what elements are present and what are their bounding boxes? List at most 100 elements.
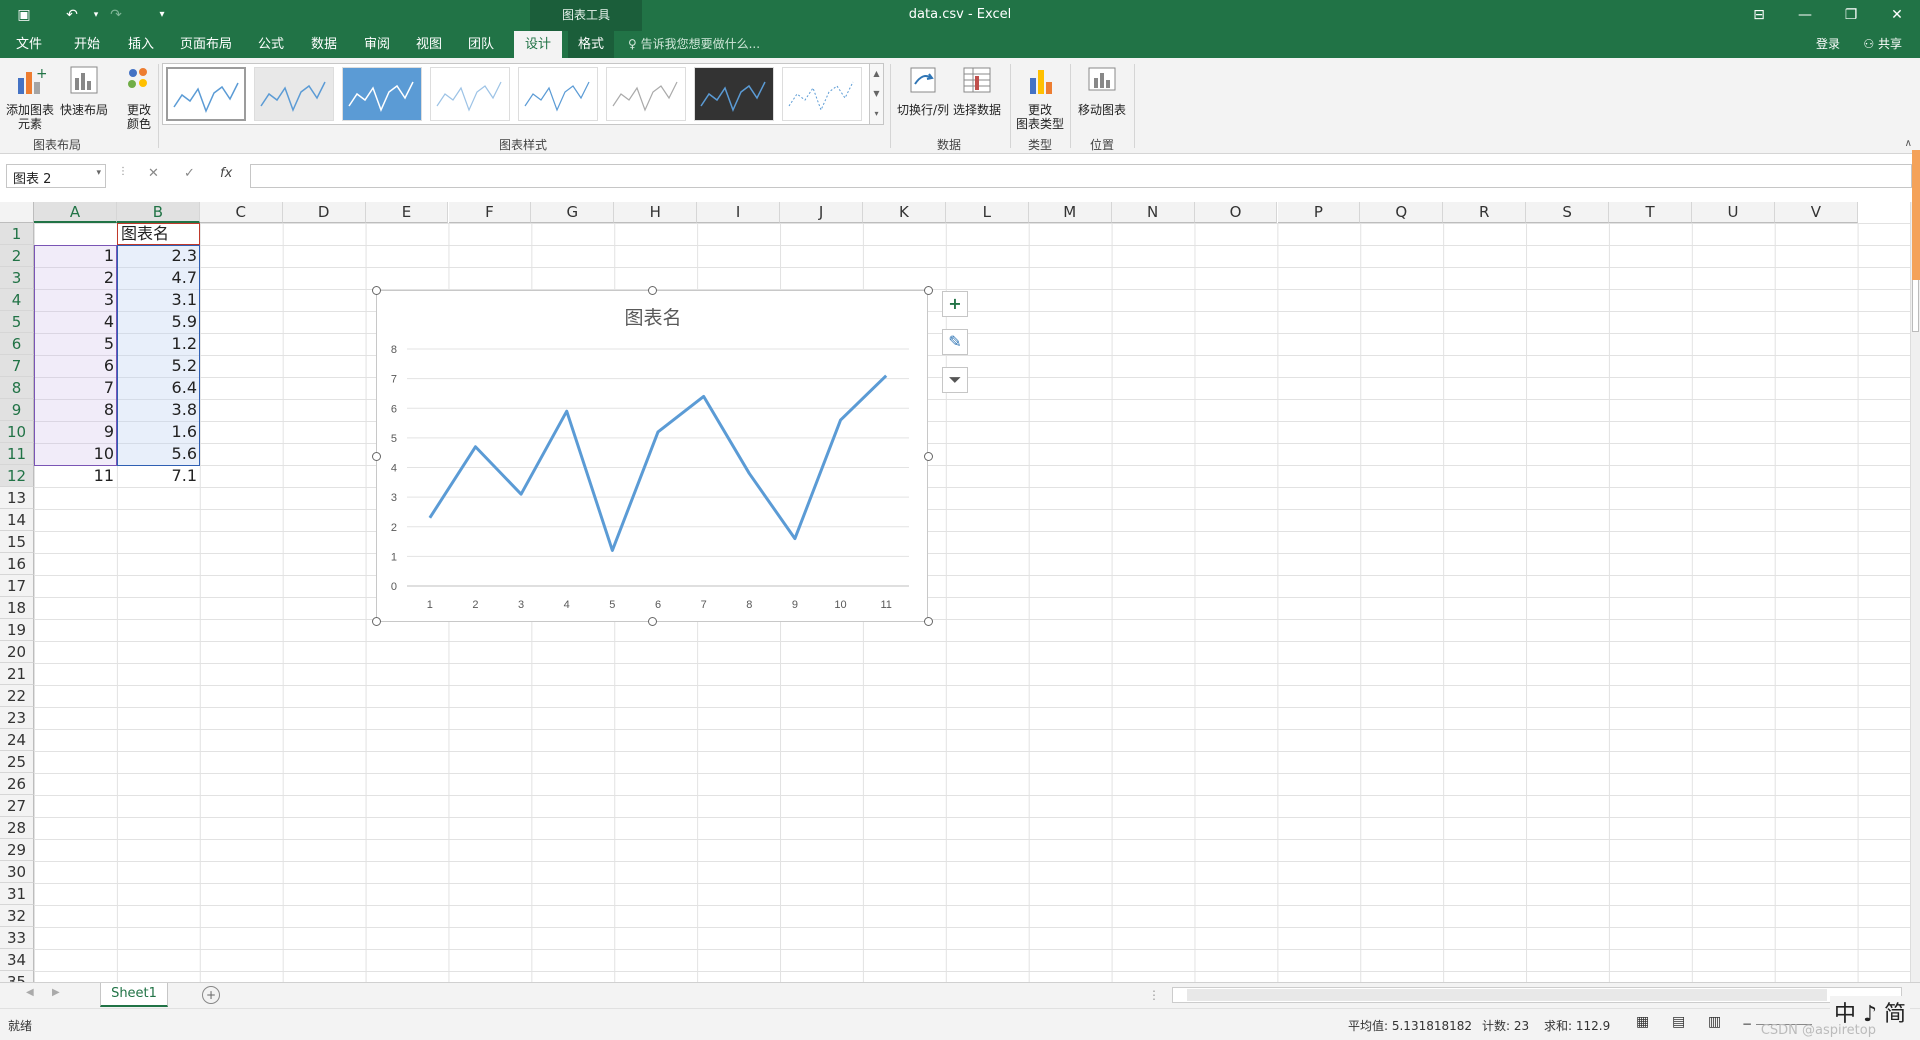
cell-area[interactable] <box>34 223 1910 982</box>
move-chart-button[interactable]: 移动图表 <box>1074 64 1130 117</box>
column-header-k[interactable]: K <box>863 202 946 223</box>
row-header-21[interactable]: 21 <box>0 663 34 685</box>
cell-a4[interactable]: 3 <box>34 289 117 311</box>
column-header-h[interactable]: H <box>614 202 698 223</box>
row-header-13[interactable]: 13 <box>0 487 34 509</box>
column-header-t[interactable]: T <box>1609 202 1692 223</box>
vertical-scrollbar[interactable] <box>1910 202 1920 982</box>
row-header-4[interactable]: 4 <box>0 289 34 311</box>
column-header-m[interactable]: M <box>1028 202 1112 223</box>
chart-filter-icon[interactable]: ⏷ <box>942 367 968 393</box>
row-header-16[interactable]: 16 <box>0 553 34 575</box>
row-header-8[interactable]: 8 <box>0 377 34 399</box>
chart-style-5[interactable] <box>518 67 598 121</box>
normal-view-icon[interactable]: ▦ <box>1636 1014 1649 1030</box>
line-chart[interactable]: 图表名 0 1 2 3 4 5 6 7 8 1 2 3 4 5 6 7 8 9 10 11 <box>376 290 928 622</box>
column-header-u[interactable]: U <box>1692 202 1775 223</box>
row-header-31[interactable]: 31 <box>0 883 34 905</box>
row-header-7[interactable]: 7 <box>0 355 34 377</box>
row-header-19[interactable]: 19 <box>0 619 34 641</box>
page-break-view-icon[interactable]: ▥ <box>1708 1014 1721 1030</box>
tell-me-search[interactable]: ♀ 告诉我您想要做什么... <box>628 31 760 58</box>
resize-handle-r[interactable] <box>924 452 933 461</box>
tab-team[interactable]: 团队 <box>460 31 502 58</box>
row-header-1[interactable]: 1 <box>0 223 34 245</box>
row-header-32[interactable]: 32 <box>0 905 34 927</box>
split-handle-icon[interactable]: ⋮ <box>1148 988 1160 1002</box>
column-header-l[interactable]: L <box>945 202 1029 223</box>
cell-a8[interactable]: 7 <box>34 377 117 399</box>
cell-a9[interactable]: 8 <box>34 399 117 421</box>
row-header-29[interactable]: 29 <box>0 839 34 861</box>
row-header-5[interactable]: 5 <box>0 311 34 333</box>
tab-view[interactable]: 视图 <box>408 31 450 58</box>
row-header-24[interactable]: 24 <box>0 729 34 751</box>
name-box[interactable]: 图表 2 ▾ <box>6 164 106 188</box>
chart-style-2[interactable] <box>254 67 334 121</box>
row-header-17[interactable]: 17 <box>0 575 34 597</box>
cell-b6[interactable]: 1.2 <box>117 333 200 355</box>
resize-handle-bl[interactable] <box>372 617 381 626</box>
row-header-26[interactable]: 26 <box>0 773 34 795</box>
gallery-scroll[interactable]: ▲ ▼ ▾ <box>869 64 883 124</box>
row-header-9[interactable]: 9 <box>0 399 34 421</box>
cell-b4[interactable]: 3.1 <box>117 289 200 311</box>
chart-style-8[interactable] <box>782 67 862 121</box>
row-header-34[interactable]: 34 <box>0 949 34 971</box>
row-header-12[interactable]: 12 <box>0 465 34 487</box>
chart-style-7[interactable] <box>694 67 774 121</box>
column-header-j[interactable]: J <box>780 202 863 223</box>
ribbon-display-icon[interactable]: ⊟ <box>1736 0 1782 31</box>
cell-a2[interactable]: 1 <box>34 245 117 267</box>
tab-data[interactable]: 数据 <box>303 31 345 58</box>
add-chart-element-button[interactable]: + 添加图表 元素 <box>4 64 56 131</box>
new-sheet-icon[interactable]: + <box>202 986 220 1004</box>
resize-handle-br[interactable] <box>924 617 933 626</box>
cell-a6[interactable]: 5 <box>34 333 117 355</box>
cell-b10[interactable]: 1.6 <box>117 421 200 443</box>
cell-b12[interactable]: 7.1 <box>117 465 200 487</box>
sheet-next-icon[interactable]: ▶ <box>52 987 60 998</box>
restore-icon[interactable]: ❐ <box>1828 0 1874 31</box>
cell-b9[interactable]: 3.8 <box>117 399 200 421</box>
row-header-23[interactable]: 23 <box>0 707 34 729</box>
column-header-d[interactable]: D <box>282 202 366 223</box>
cell-b11[interactable]: 5.6 <box>117 443 200 465</box>
page-layout-view-icon[interactable]: ▤ <box>1672 1014 1685 1030</box>
select-data-button[interactable]: 选择数据 <box>950 64 1004 117</box>
tab-design[interactable]: 设计 <box>514 31 562 58</box>
chart-style-6[interactable] <box>606 67 686 121</box>
cell-b8[interactable]: 6.4 <box>117 377 200 399</box>
cell-a10[interactable]: 9 <box>34 421 117 443</box>
column-header-q[interactable]: Q <box>1360 202 1444 223</box>
column-header-e[interactable]: E <box>365 202 449 223</box>
column-header-o[interactable]: O <box>1194 202 1278 223</box>
cell-a5[interactable]: 4 <box>34 311 117 333</box>
series-line[interactable] <box>428 374 888 552</box>
column-header-r[interactable]: R <box>1443 202 1527 223</box>
resize-handle-t[interactable] <box>648 286 657 295</box>
collapse-ribbon-icon[interactable]: ∧ <box>1905 138 1912 149</box>
column-header-c[interactable]: C <box>199 202 283 223</box>
column-header-v[interactable]: V <box>1774 202 1858 223</box>
hscroll-thumb[interactable] <box>1187 989 1827 1001</box>
tab-insert[interactable]: 插入 <box>120 31 162 58</box>
cell-b3[interactable]: 4.7 <box>117 267 200 289</box>
minimize-icon[interactable]: — <box>1782 0 1828 31</box>
resize-handle-l[interactable] <box>372 452 381 461</box>
cell-a12[interactable]: 11 <box>34 465 117 487</box>
column-header-i[interactable]: I <box>697 202 781 223</box>
row-header-18[interactable]: 18 <box>0 597 34 619</box>
change-colors-button[interactable]: 更改 颜色 <box>118 64 160 131</box>
row-header-20[interactable]: 20 <box>0 641 34 663</box>
chart-elements-plus-icon[interactable]: + <box>942 291 968 317</box>
column-header-b[interactable]: B <box>116 202 200 223</box>
cell-b2[interactable]: 2.3 <box>117 245 200 267</box>
row-header-2[interactable]: 2 <box>0 245 34 267</box>
row-header-27[interactable]: 27 <box>0 795 34 817</box>
cell-b7[interactable]: 5.2 <box>117 355 200 377</box>
close-icon[interactable]: ✕ <box>1874 0 1920 31</box>
sheet-tab-sheet1[interactable]: Sheet1 <box>100 983 168 1007</box>
select-all-corner[interactable] <box>0 202 34 223</box>
quick-layout-button[interactable]: 快速布局 <box>58 64 110 117</box>
